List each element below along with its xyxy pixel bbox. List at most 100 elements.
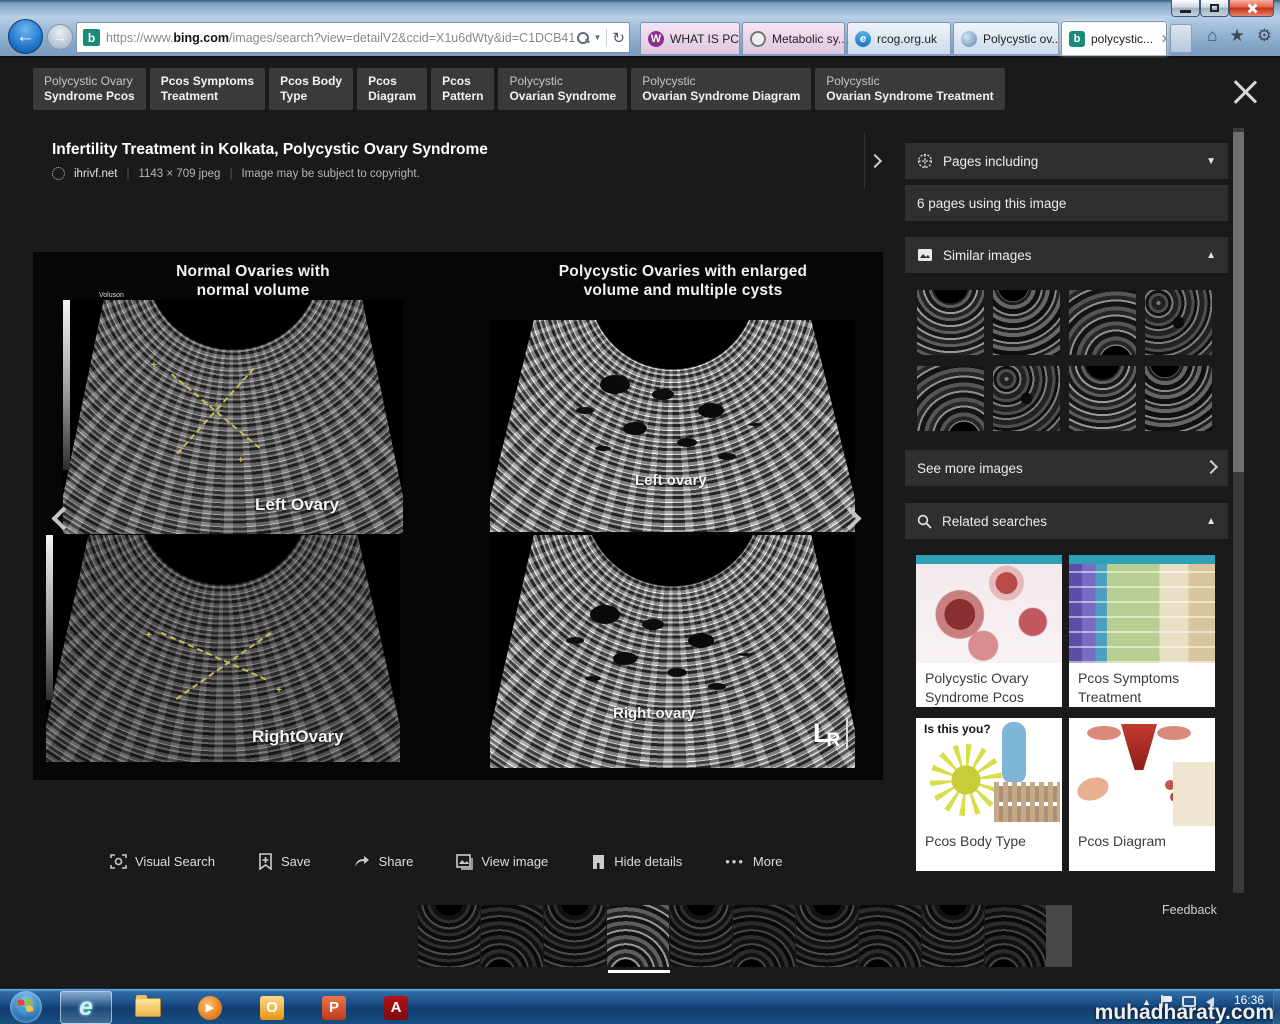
tab-rcog[interactable]: e rcog.org.uk [847, 22, 951, 54]
main-image[interactable]: Normal Ovaries withnormal volume Polycys… [33, 252, 883, 780]
source-link[interactable]: ihrivf.net [74, 168, 117, 180]
pill-polycystic-ovary-syndrome-pcos[interactable]: Polycystic OvarySyndrome Pcos [33, 68, 146, 110]
start-button[interactable] [10, 991, 42, 1023]
minimize-button[interactable] [1171, 0, 1200, 17]
related-searches-header[interactable]: Related searches ▲ [905, 503, 1228, 539]
minimize-icon [1180, 10, 1191, 13]
ie-favicon: e [855, 31, 871, 47]
see-more-images-row[interactable]: See more images [905, 450, 1228, 486]
globe-icon [52, 167, 65, 180]
pages-including-header[interactable]: Pages including ▼ [905, 143, 1228, 179]
address-bar[interactable]: b https://www.bing.com/images/search?vie… [76, 22, 630, 53]
label-left-ovary: Left Ovary [255, 495, 339, 515]
search-icon[interactable] [576, 31, 589, 44]
share-icon [354, 854, 371, 870]
tab-close-icon[interactable]: ✕ [1161, 32, 1167, 46]
tab-label: WHAT IS PC... [670, 32, 740, 46]
tab-polycystic-ov[interactable]: Polycystic ov... [953, 22, 1059, 54]
cysts [600, 375, 630, 394]
back-button[interactable]: ← [8, 19, 43, 54]
next-page-chevron[interactable] [864, 133, 884, 189]
maximize-button[interactable] [1200, 0, 1229, 17]
favorites-star-icon[interactable]: ★ [1230, 26, 1245, 46]
media-player-icon: ▶ [198, 996, 222, 1020]
image-dimensions: 1143 × 709 jpeg [138, 168, 220, 180]
related-card-polycystic-ovary-syndrome-pcos[interactable]: Polycystic OvarySyndrome Pcos [916, 555, 1062, 707]
save-button[interactable]: Save [258, 853, 311, 870]
pages-count-row[interactable]: 6 pages using this image [905, 185, 1228, 221]
label-right-ovary: RightOvary [252, 727, 344, 747]
chevron-down-icon[interactable]: ▼ [594, 33, 602, 42]
filmstrip-thumb[interactable] [670, 905, 732, 967]
filmstrip-thumb[interactable] [418, 905, 480, 967]
pill-pcos-body-type[interactable]: Pcos BodyType [269, 68, 353, 110]
chevron-left-icon [51, 506, 75, 530]
similar-image-thumb[interactable] [1069, 290, 1136, 355]
close-detail-icon[interactable] [1231, 78, 1259, 106]
refresh-icon[interactable]: ↻ [612, 29, 625, 47]
folder-icon [135, 998, 161, 1017]
close-button[interactable] [1229, 0, 1274, 17]
similar-image-thumb[interactable] [1145, 290, 1212, 355]
similar-image-thumb[interactable] [917, 290, 984, 355]
taskbar-powerpoint-button[interactable]: P [308, 991, 360, 1024]
similar-image-thumb[interactable] [993, 366, 1060, 431]
screen: ← → b https://www.bing.com/images/search… [0, 0, 1280, 1024]
scrollbar-track[interactable] [1233, 128, 1244, 893]
taskbar-outlook-button[interactable]: O [246, 991, 298, 1024]
feedback-link[interactable]: Feedback [1162, 903, 1217, 917]
visual-search-button[interactable]: Visual Search [110, 853, 215, 870]
filmstrip-thumb[interactable] [796, 905, 858, 967]
filmstrip-thumb[interactable] [922, 905, 984, 967]
taskbar-adobe-reader-button[interactable]: A [370, 991, 422, 1024]
similar-image-thumb[interactable] [1069, 366, 1136, 431]
filmstrip-thumb[interactable] [544, 905, 606, 967]
taskbar-ie-button[interactable]: e [60, 991, 112, 1024]
chevron-up-icon: ▲ [1206, 250, 1216, 261]
tab-metabolic[interactable]: Metabolic sy... [742, 22, 845, 54]
window-controls [1171, 0, 1274, 17]
pill-pcos-diagram[interactable]: PcosDiagram [357, 68, 427, 110]
ultrasound-fan [490, 320, 855, 532]
bing-favicon: b [1069, 31, 1085, 47]
similar-image-thumb[interactable] [1145, 366, 1212, 431]
tools-gear-icon[interactable]: ⚙ [1257, 26, 1272, 46]
share-button[interactable]: Share [354, 854, 414, 870]
previous-image-arrow[interactable] [46, 490, 80, 546]
pill-polycystic-ovarian-syndrome[interactable]: PolycysticOvarian Syndrome [498, 68, 627, 110]
related-card-pcos-body-type[interactable]: Is this you? Pcos Body Type [916, 718, 1062, 871]
taskbar-media-player-button[interactable]: ▶ [184, 991, 236, 1024]
show-desktop-button[interactable] [1273, 989, 1280, 1024]
label-pcos-right-ovary: Right ovary [613, 705, 696, 722]
taskbar-explorer-button[interactable] [122, 991, 174, 1024]
tab-polycystic-active[interactable]: b polycystic... ✕ [1061, 21, 1167, 55]
filmstrip-thumb[interactable] [733, 905, 795, 967]
filmstrip-thumb-partial[interactable] [1046, 905, 1072, 967]
related-card-pcos-diagram[interactable]: Pcos Diagram [1069, 718, 1215, 871]
forward-button[interactable]: → [47, 24, 73, 50]
similar-image-thumb[interactable] [917, 366, 984, 431]
view-image-button[interactable]: View image [456, 854, 548, 870]
filmstrip-thumb[interactable] [985, 905, 1047, 967]
tab-what-is-pc[interactable]: W WHAT IS PC... [640, 22, 740, 54]
url-text: https://www.bing.com/images/search?view=… [106, 31, 576, 45]
new-tab-stub[interactable] [1170, 24, 1192, 52]
image-title: Infertility Treatment in Kolkata, Polycy… [52, 141, 488, 159]
next-image-arrow[interactable] [832, 490, 866, 546]
similar-image-thumb[interactable] [993, 290, 1060, 355]
home-icon[interactable]: ⌂ [1207, 26, 1217, 46]
pill-polycystic-ovarian-syndrome-treatment[interactable]: PolycysticOvarian Syndrome Treatment [815, 68, 1004, 110]
more-button[interactable]: ••• More [725, 854, 782, 869]
pill-pcos-pattern[interactable]: PcosPattern [431, 68, 494, 110]
pill-polycystic-ovarian-syndrome-diagram[interactable]: PolycysticOvarian Syndrome Diagram [631, 68, 811, 110]
filmstrip-thumb[interactable] [481, 905, 543, 967]
related-card-pcos-symptoms-treatment[interactable]: Pcos SymptomsTreatment [1069, 555, 1215, 707]
filmstrip-thumb-selected[interactable] [607, 905, 669, 967]
hide-details-button[interactable]: Hide details [591, 854, 682, 870]
pill-pcos-symptoms-treatment[interactable]: Pcos SymptomsTreatment [150, 68, 265, 110]
scrollbar-thumb[interactable] [1233, 132, 1244, 472]
cysts [590, 605, 620, 624]
ultrasound-fan [490, 535, 855, 768]
filmstrip-thumb[interactable] [859, 905, 921, 967]
similar-images-header[interactable]: Similar images ▲ [905, 237, 1228, 273]
